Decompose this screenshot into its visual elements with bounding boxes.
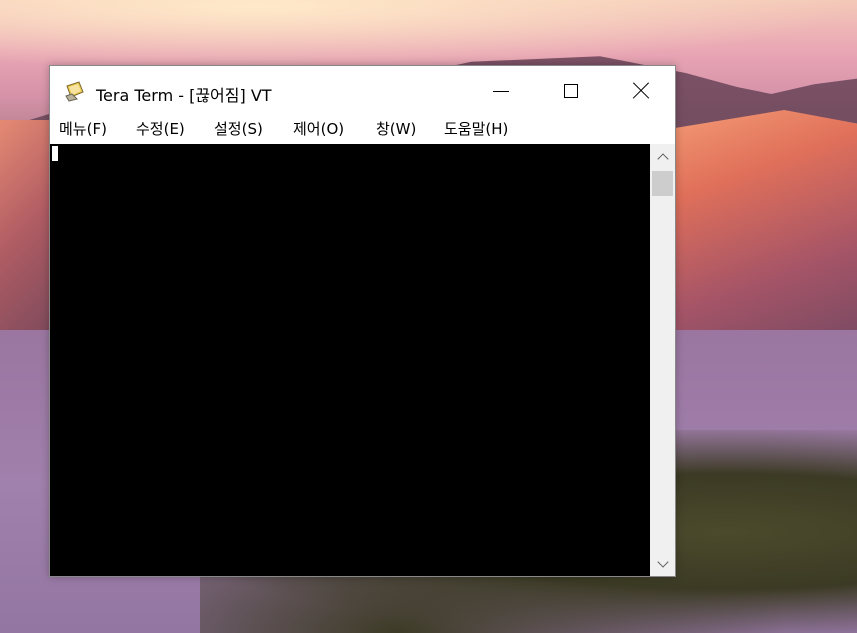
title-bar[interactable]: Tera Term - [끊어짐] VT — [50, 66, 675, 116]
scroll-up-button[interactable] — [650, 144, 675, 169]
menu-window[interactable]: 창(W) — [376, 118, 416, 139]
tera-term-window[interactable]: Tera Term - [끊어짐] VT 메뉴(F) 수정(E) 설정(S) 제… — [49, 65, 676, 577]
minimize-button[interactable] — [466, 66, 536, 116]
scroll-down-button[interactable] — [650, 551, 675, 576]
menu-edit[interactable]: 수정(E) — [136, 118, 185, 139]
menu-setup[interactable]: 설정(S) — [214, 118, 263, 139]
cliff-right — [675, 110, 857, 335]
text-cursor — [52, 146, 58, 161]
terminal-area[interactable] — [50, 144, 650, 576]
minimize-icon — [493, 90, 509, 92]
close-button[interactable] — [606, 66, 676, 116]
scroll-thumb[interactable] — [652, 171, 673, 196]
menu-bar: 메뉴(F) 수정(E) 설정(S) 제어(O) 창(W) 도움말(H) — [50, 116, 675, 143]
window-title: Tera Term - [끊어짐] VT — [96, 86, 272, 105]
maximize-icon — [564, 84, 578, 98]
vertical-scrollbar[interactable] — [650, 144, 675, 576]
chevron-down-icon — [656, 555, 669, 568]
sky-glow — [0, 0, 857, 70]
maximize-button[interactable] — [536, 66, 606, 116]
menu-help[interactable]: 도움말(H) — [444, 118, 508, 139]
tera-term-icon[interactable] — [64, 80, 86, 102]
chevron-up-icon — [656, 152, 669, 165]
menu-control[interactable]: 제어(O) — [293, 118, 344, 139]
menu-file[interactable]: 메뉴(F) — [59, 118, 107, 139]
close-icon — [632, 82, 650, 100]
